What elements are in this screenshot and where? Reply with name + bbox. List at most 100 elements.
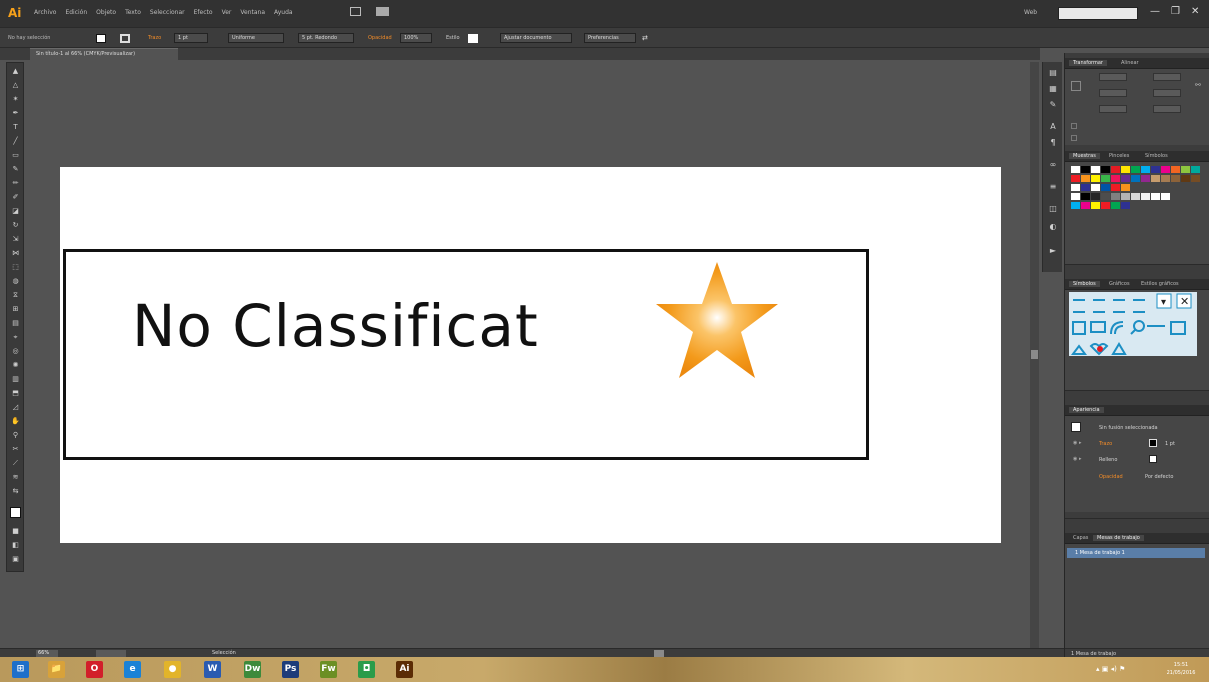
swatch[interactable] xyxy=(1091,166,1100,173)
swatch[interactable] xyxy=(1111,193,1120,200)
system-clock[interactable]: 15:51 21/05/2016 xyxy=(1157,661,1205,677)
tab-apariencia[interactable]: Apariencia xyxy=(1069,407,1104,413)
search-input[interactable] xyxy=(1058,7,1138,20)
selection-tool-icon[interactable]: ▲ xyxy=(10,67,21,75)
workspace-switcher[interactable]: Web xyxy=(1024,9,1037,16)
tab-mesas-de-trabajo[interactable]: Mesas de trabajo xyxy=(1093,535,1144,541)
swatch[interactable] xyxy=(1191,166,1200,173)
expand-dock-icon[interactable]: ► xyxy=(1048,246,1058,256)
swatch[interactable] xyxy=(1121,184,1130,191)
menu-archivo[interactable]: Archivo xyxy=(34,9,56,16)
tab-estilos-graficos[interactable]: Estilos gráficos xyxy=(1137,281,1183,287)
swatch[interactable] xyxy=(1091,193,1100,200)
swatch[interactable] xyxy=(1131,166,1140,173)
label-text[interactable]: No Classificat xyxy=(132,292,539,360)
y-field[interactable] xyxy=(1099,89,1127,97)
transparency-panel-icon[interactable]: ◐ xyxy=(1048,222,1058,232)
swatch[interactable] xyxy=(1101,166,1110,173)
windows-start-icon[interactable]: ⊞ xyxy=(12,661,29,678)
width-tool-icon[interactable]: ⋈ xyxy=(10,249,21,257)
swatch[interactable] xyxy=(1091,202,1100,209)
tab-simbolos-muestras[interactable]: Símbolos xyxy=(1141,153,1172,159)
rotate-field[interactable] xyxy=(1099,105,1127,113)
internet-explorer-icon[interactable]: e xyxy=(124,661,141,678)
zoom-level[interactable]: 66% xyxy=(36,650,58,657)
links-panel-icon[interactable]: ∞ xyxy=(1048,160,1058,170)
system-tray-icons[interactable]: ▴ ▣ ◂) ⚑ xyxy=(1096,665,1125,673)
appearance-row-stroke-value[interactable]: 1 pt xyxy=(1165,441,1175,447)
swatch[interactable] xyxy=(1171,166,1180,173)
width-field[interactable] xyxy=(1153,73,1181,81)
eraser-tool-icon[interactable]: ◪ xyxy=(10,207,21,215)
blob-brush-tool-icon[interactable]: ✐ xyxy=(10,193,21,201)
swatch[interactable] xyxy=(1131,193,1140,200)
close-icon[interactable]: ✕ xyxy=(1191,6,1199,17)
menu-ayuda[interactable]: Ayuda xyxy=(274,9,293,16)
swatch[interactable] xyxy=(1121,166,1130,173)
visibility-eye-icon[interactable]: ◉ ▸ xyxy=(1073,440,1081,446)
scissors-tool-icon[interactable]: ✂ xyxy=(10,445,21,453)
warp-tool-icon[interactable]: ≋ xyxy=(10,473,21,481)
pen-tool-icon[interactable]: ✒ xyxy=(10,109,21,117)
swatch[interactable] xyxy=(1081,202,1090,209)
word-icon[interactable]: W xyxy=(204,661,221,678)
tab-simbolos[interactable]: Símbolos xyxy=(1069,281,1100,287)
swatch[interactable] xyxy=(1111,184,1120,191)
document-tab[interactable]: Sin título-1 al 66% (CMYK/Previsualizar) xyxy=(30,48,178,60)
chrome-icon[interactable]: ● xyxy=(164,661,181,678)
opacity-field[interactable]: 100% xyxy=(400,33,432,43)
swatch[interactable] xyxy=(1101,202,1110,209)
fill-color-icon[interactable] xyxy=(10,507,21,518)
height-field[interactable] xyxy=(1153,89,1181,97)
symbol-icons[interactable]: ▾ ✕ xyxy=(1069,292,1197,356)
swatch[interactable] xyxy=(1071,184,1080,191)
knife-tool-icon[interactable]: ⟋ xyxy=(10,459,21,467)
swatch[interactable] xyxy=(1081,166,1090,173)
status-selection[interactable]: Selección xyxy=(212,650,236,656)
stroke-color-swatch[interactable] xyxy=(1149,439,1157,447)
blend-tool-icon[interactable]: ◎ xyxy=(10,347,21,355)
swatch[interactable] xyxy=(1071,193,1080,200)
swatch[interactable] xyxy=(1131,175,1140,182)
swatch[interactable] xyxy=(1141,193,1150,200)
brush-profile-select[interactable]: Uniforme xyxy=(228,33,284,43)
paintbrush-tool-icon[interactable]: ✎ xyxy=(10,165,21,173)
fill-swatch[interactable] xyxy=(96,34,106,43)
swatch[interactable] xyxy=(1121,175,1130,182)
appearance-row-opacity-label[interactable]: Opacidad xyxy=(1099,474,1123,480)
color-panel-icon[interactable]: ▤ xyxy=(1048,68,1058,78)
menu-edicion[interactable]: Edición xyxy=(65,9,87,16)
swatch[interactable] xyxy=(1111,166,1120,173)
swatch[interactable] xyxy=(1151,175,1160,182)
free-transform-tool-icon[interactable]: ⬚ xyxy=(10,263,21,271)
menu-seleccionar[interactable]: Seleccionar xyxy=(150,9,185,16)
x-field[interactable] xyxy=(1099,73,1127,81)
zoom-tool-icon[interactable]: ⚲ xyxy=(10,431,21,439)
vertical-scrollbar[interactable] xyxy=(1030,62,1039,648)
illustrator-taskbar-icon[interactable]: Ai xyxy=(396,661,413,678)
opera-icon[interactable]: O xyxy=(86,661,103,678)
document-setup-button[interactable]: Ajustar documento xyxy=(500,33,572,43)
artboard-tool-icon[interactable]: ⬒ xyxy=(10,389,21,397)
scrollbar-thumb[interactable] xyxy=(1031,350,1038,359)
preferences-button[interactable]: Preferencias xyxy=(584,33,636,43)
rotate-tool-icon[interactable]: ↻ xyxy=(10,221,21,229)
swatch[interactable] xyxy=(1151,193,1160,200)
swatch[interactable] xyxy=(1141,166,1150,173)
mesh-tool-icon[interactable]: ⊞ xyxy=(10,305,21,313)
tab-muestras[interactable]: Muestras xyxy=(1069,153,1100,159)
line-tool-icon[interactable]: ╱ xyxy=(10,137,21,145)
hand-tool-icon[interactable]: ✋ xyxy=(10,417,21,425)
opacity-label[interactable]: Opacidad xyxy=(368,35,392,41)
swatch[interactable] xyxy=(1161,193,1170,200)
slice-tool-icon[interactable]: ◿ xyxy=(10,403,21,411)
visibility-eye-icon[interactable]: ◉ ▸ xyxy=(1073,456,1081,462)
swatch[interactable] xyxy=(1091,184,1100,191)
swap-colors-icon[interactable]: ⇆ xyxy=(10,487,21,495)
swatch[interactable] xyxy=(1181,166,1190,173)
swatch[interactable] xyxy=(1071,202,1080,209)
stroke-label[interactable]: Trazo xyxy=(148,35,161,41)
draw-mode-icon[interactable]: ◧ xyxy=(10,541,21,549)
shape-builder-tool-icon[interactable]: ◍ xyxy=(10,277,21,285)
swatch[interactable] xyxy=(1141,175,1150,182)
